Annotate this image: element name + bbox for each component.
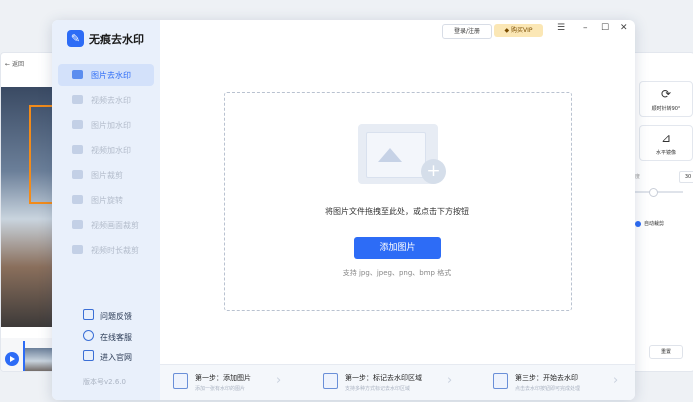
background-editor-window-left: ← 返回 <box>0 52 58 372</box>
flip-label: 水平镜像 <box>655 150 676 156</box>
step-desc: 添加一张有水印的图片 <box>195 386 246 392</box>
feedback-link[interactable]: 问题反馈 <box>83 309 132 322</box>
sidebar-item-label: 视频画面裁剪 <box>91 221 139 230</box>
play-icon[interactable] <box>5 352 19 366</box>
buy-vip-button[interactable]: ◆ 购买VIP <box>494 24 543 37</box>
auto-crop-label: 自动裁剪 <box>644 221 665 227</box>
chevron-right-icon: › <box>447 373 453 388</box>
rotate-icon <box>72 195 83 204</box>
sidebar-item-label: 视频时长裁剪 <box>91 246 139 255</box>
mark-area-step-icon <box>323 373 338 389</box>
maximize-icon[interactable]: ☐ <box>601 23 609 33</box>
chevron-right-icon: › <box>613 373 619 388</box>
online-support-link[interactable]: 在线客服 <box>83 330 132 343</box>
step-title: 第一步：标记去水印区域 <box>345 374 422 382</box>
sidebar-item-label: 图片裁剪 <box>91 171 123 180</box>
rotate-label: 顺时针转90° <box>651 106 681 112</box>
sidebar-item-video-add-watermark[interactable]: 视频加水印 <box>58 139 154 161</box>
login-register-button[interactable]: 登录/注册 <box>442 24 492 39</box>
add-image-button[interactable]: 添加图片 <box>354 237 441 259</box>
sidebar-item-label: 视频加水印 <box>91 146 131 155</box>
angle-unit: 度 <box>635 174 641 180</box>
app-title: 无痕去水印 <box>89 33 144 46</box>
version-text: 版本号v2.6.0 <box>83 378 126 386</box>
mountain-icon <box>378 148 402 162</box>
step-title: 第三步：开始去水印 <box>515 374 578 382</box>
back-link[interactable]: ← 返回 <box>5 59 24 68</box>
chat-icon <box>83 330 94 341</box>
video-icon <box>72 95 83 104</box>
sidebar-item-image-crop[interactable]: 图片裁剪 <box>58 164 154 186</box>
flip-icon: ⊿ <box>661 131 672 145</box>
background-tools-window-right: ⟳ 顺时针转90° ⊿ 水平镜像 30 度 自动裁剪 重置 <box>634 52 693 372</box>
image-add-icon <box>72 120 83 129</box>
step-title: 第一步：添加图片 <box>195 374 251 382</box>
sidebar-item-label: 视频去水印 <box>91 96 131 105</box>
reset-button[interactable]: 重置 <box>649 345 683 359</box>
official-site-label: 进入官网 <box>100 353 132 362</box>
sidebar-item-image-remove-watermark[interactable]: 图片去水印 <box>58 64 154 86</box>
sidebar-item-image-add-watermark[interactable]: 图片加水印 <box>58 114 154 136</box>
crop-icon <box>72 170 83 179</box>
main-window: ✎ 无痕去水印 图片去水印 视频去水印 图片加水印 视频加水印 图片裁剪 图片旋… <box>52 20 635 400</box>
rotate-button[interactable]: ⟳ 顺时针转90° <box>639 81 693 117</box>
chevron-right-icon: › <box>276 373 282 388</box>
supported-formats-text: 支持 jpg、jpeg、png、bmp 格式 <box>342 269 452 277</box>
sidebar-item-label: 图片加水印 <box>91 121 131 130</box>
step-desc: 点击去水印按钮即可完成处理 <box>515 386 581 392</box>
video-crop-icon <box>72 220 83 229</box>
close-icon[interactable]: ✕ <box>620 23 628 33</box>
step-desc: 支持多种方式标记去水印区域 <box>345 386 411 392</box>
hamburger-icon[interactable]: ☰ <box>557 23 565 33</box>
image-icon <box>72 70 83 79</box>
step-1: 第一步：添加图片 添加一张有水印的图片 › <box>165 365 315 400</box>
timeline-thumbnail <box>23 348 53 371</box>
playhead-marker[interactable] <box>23 341 25 371</box>
sidebar-item-label: 图片去水印 <box>91 71 131 80</box>
minimize-icon[interactable]: – <box>583 23 588 33</box>
video-add-icon <box>72 145 83 154</box>
app-logo-icon: ✎ <box>67 30 84 47</box>
plus-icon: + <box>421 159 446 184</box>
radio-checked-icon <box>635 220 641 227</box>
step-3: 第三步：开始去水印 点击去水印按钮即可完成处理 › <box>485 365 635 400</box>
sidebar-item-video-duration-crop[interactable]: 视频时长裁剪 <box>58 239 154 261</box>
slider-handle[interactable] <box>649 188 658 197</box>
website-icon <box>83 350 94 361</box>
sidebar-item-label: 图片旋转 <box>91 196 123 205</box>
sidebar-item-video-frame-crop[interactable]: 视频画面裁剪 <box>58 214 154 236</box>
sidebar-item-image-rotate[interactable]: 图片旋转 <box>58 189 154 211</box>
angle-input[interactable]: 30 <box>679 171 693 183</box>
back-label: 返回 <box>11 61 24 68</box>
drop-hint-text: 将图片文件拖拽至此处，或点击下方按钮 <box>325 207 469 216</box>
add-image-step-icon <box>173 373 188 389</box>
angle-slider[interactable] <box>635 188 683 197</box>
flip-button[interactable]: ⊿ 水平镜像 <box>639 125 693 161</box>
vip-label: 购买VIP <box>511 27 533 34</box>
sidebar-item-video-remove-watermark[interactable]: 视频去水印 <box>58 89 154 111</box>
sidebar: ✎ 无痕去水印 图片去水印 视频去水印 图片加水印 视频加水印 图片裁剪 图片旋… <box>52 20 160 400</box>
official-site-link[interactable]: 进入官网 <box>83 350 132 363</box>
video-duration-icon <box>72 245 83 254</box>
online-support-label: 在线客服 <box>100 333 132 342</box>
feedback-icon <box>83 309 94 320</box>
step-2: 第一步：标记去水印区域 支持多种方式标记去水印区域 › <box>315 365 475 400</box>
rotate-icon: ⟳ <box>661 87 672 101</box>
auto-crop-radio[interactable]: 自动裁剪 <box>635 220 664 227</box>
start-remove-step-icon <box>493 373 508 389</box>
steps-bar: 第一步：添加图片 添加一张有水印的图片 › 第一步：标记去水印区域 支持多种方式… <box>160 364 635 400</box>
feedback-label: 问题反馈 <box>100 312 132 321</box>
